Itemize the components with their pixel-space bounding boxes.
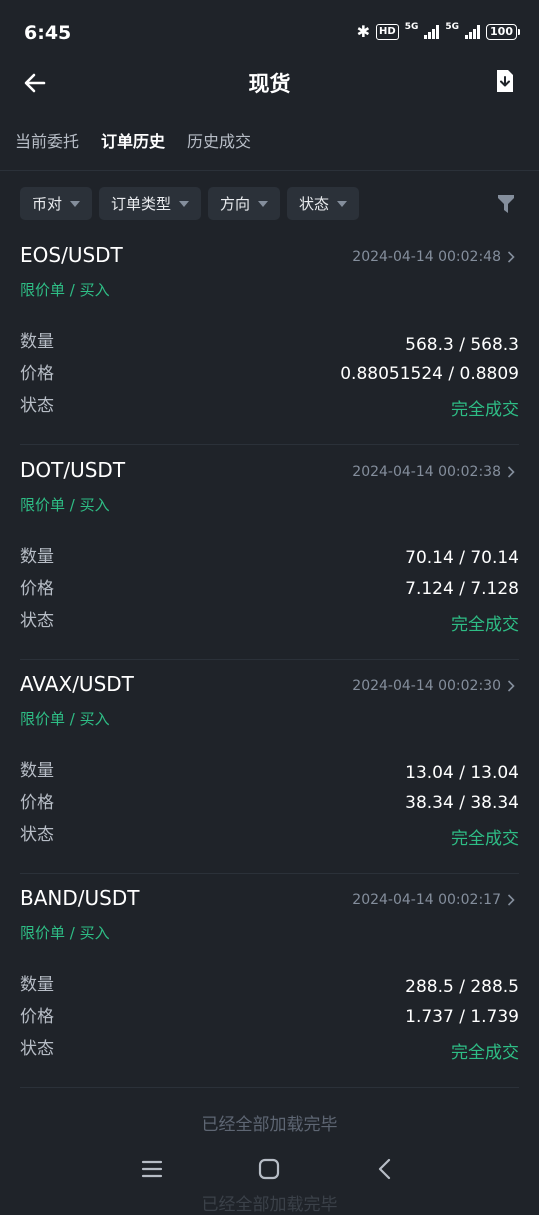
quantity-value: 568.3 / 568.3 xyxy=(405,335,519,355)
status-value: 完全成交 xyxy=(451,1043,519,1063)
price-value: 38.34 / 38.34 xyxy=(405,793,519,813)
status-value: 完全成交 xyxy=(451,615,519,635)
status-time: 6:45 xyxy=(24,22,72,44)
price-label: 价格 xyxy=(20,793,54,813)
chevron-right-icon xyxy=(507,466,515,478)
price-value: 0.88051524 / 0.8809 xyxy=(340,364,519,384)
order-card[interactable]: DOT/USDT 2024-04-14 00:02:38 限价单 / 买入 数量… xyxy=(20,444,519,660)
status-label: 状态 xyxy=(20,396,54,416)
status-label: 状态 xyxy=(20,611,54,631)
all-loaded-text: 已经全部加载完毕 xyxy=(201,1115,338,1135)
caret-down-icon xyxy=(70,200,81,207)
order-type: 限价单 / 买入 xyxy=(20,281,110,299)
chevron-right-icon xyxy=(507,680,515,692)
quantity-label: 数量 xyxy=(20,332,54,352)
system-nav-bar xyxy=(0,1150,539,1190)
order-tabs: 当前委托 订单历史 历史成交 xyxy=(15,128,251,162)
order-time: 2024-04-14 00:02:38 xyxy=(352,464,501,480)
battery-icon: 100 xyxy=(486,23,520,40)
price-value: 7.124 / 7.128 xyxy=(405,579,519,599)
order-pair: DOT/USDT xyxy=(20,458,126,482)
status-bar: 6:45 ✱ HD 5G 5G 100 xyxy=(0,0,539,64)
order-type: 限价单 / 买入 xyxy=(20,924,110,942)
status-label: 状态 xyxy=(20,1039,54,1059)
filter-pair-label: 币对 xyxy=(32,195,63,213)
tab-order-history[interactable]: 订单历史 xyxy=(101,128,165,162)
status-value: 完全成交 xyxy=(451,829,519,849)
filter-status-dropdown[interactable]: 状态 xyxy=(287,187,360,220)
order-pair: EOS/USDT xyxy=(20,243,123,267)
filter-side-dropdown[interactable]: 方向 xyxy=(208,187,281,220)
chevron-right-icon xyxy=(507,251,515,263)
order-pair: BAND/USDT xyxy=(20,886,140,910)
tab-open-orders[interactable]: 当前委托 xyxy=(15,128,79,162)
quantity-label: 数量 xyxy=(20,975,54,995)
filter-side-label: 方向 xyxy=(220,195,251,213)
caret-down-icon xyxy=(337,200,348,207)
page-header: 现货 xyxy=(0,62,539,106)
filter-bar: 币对 订单类型 方向 状态 xyxy=(20,187,360,220)
order-card[interactable]: AVAX/USDT 2024-04-14 00:02:30 限价单 / 买入 数… xyxy=(20,658,519,874)
all-loaded-text-ghost: 已经全部加载完毕 xyxy=(201,1195,338,1215)
price-label: 价格 xyxy=(20,1007,54,1027)
caret-down-icon xyxy=(258,200,269,207)
order-time: 2024-04-14 00:02:48 xyxy=(352,249,501,265)
filter-funnel-icon[interactable] xyxy=(497,194,515,214)
quantity-value: 288.5 / 288.5 xyxy=(405,977,519,997)
order-time: 2024-04-14 00:02:30 xyxy=(352,678,501,694)
status-icons: ✱ HD 5G 5G 100 xyxy=(356,22,520,41)
page-title: 现货 xyxy=(248,72,291,96)
status-label: 状态 xyxy=(20,825,54,845)
chevron-right-icon xyxy=(507,894,515,906)
filter-pair-dropdown[interactable]: 币对 xyxy=(20,187,93,220)
price-value: 1.737 / 1.739 xyxy=(405,1007,519,1027)
hd-voice-icon: HD xyxy=(376,23,399,40)
order-pair: AVAX/USDT xyxy=(20,672,134,696)
order-type: 限价单 / 买入 xyxy=(20,496,110,514)
home-icon[interactable] xyxy=(256,1156,282,1182)
quantity-label: 数量 xyxy=(20,547,54,567)
tab-trade-history[interactable]: 历史成交 xyxy=(187,128,251,162)
download-icon[interactable] xyxy=(495,69,515,93)
order-time: 2024-04-14 00:02:17 xyxy=(352,892,501,908)
caret-down-icon xyxy=(179,200,190,207)
quantity-label: 数量 xyxy=(20,761,54,781)
bluetooth-icon: ✱ xyxy=(356,22,371,41)
filter-order-type-dropdown[interactable]: 订单类型 xyxy=(99,187,202,220)
tab-divider xyxy=(0,170,539,171)
signal-strength-icon-2 xyxy=(465,24,481,39)
signal-strength-icon xyxy=(424,24,440,39)
filter-order-type-label: 订单类型 xyxy=(111,195,172,213)
quantity-value: 13.04 / 13.04 xyxy=(405,763,519,783)
menu-icon[interactable] xyxy=(139,1156,165,1182)
network-type-label: 5G xyxy=(404,22,419,32)
network-type-label-2: 5G xyxy=(445,22,460,32)
back-nav-icon[interactable] xyxy=(372,1156,398,1182)
order-card[interactable]: BAND/USDT 2024-04-14 00:02:17 限价单 / 买入 数… xyxy=(20,872,519,1088)
status-value: 完全成交 xyxy=(451,400,519,420)
price-label: 价格 xyxy=(20,579,54,599)
order-type: 限价单 / 买入 xyxy=(20,710,110,728)
order-card[interactable]: EOS/USDT 2024-04-14 00:02:48 限价单 / 买入 数量… xyxy=(20,229,519,445)
quantity-value: 70.14 / 70.14 xyxy=(405,548,519,568)
price-label: 价格 xyxy=(20,364,54,384)
filter-status-label: 状态 xyxy=(299,195,330,213)
